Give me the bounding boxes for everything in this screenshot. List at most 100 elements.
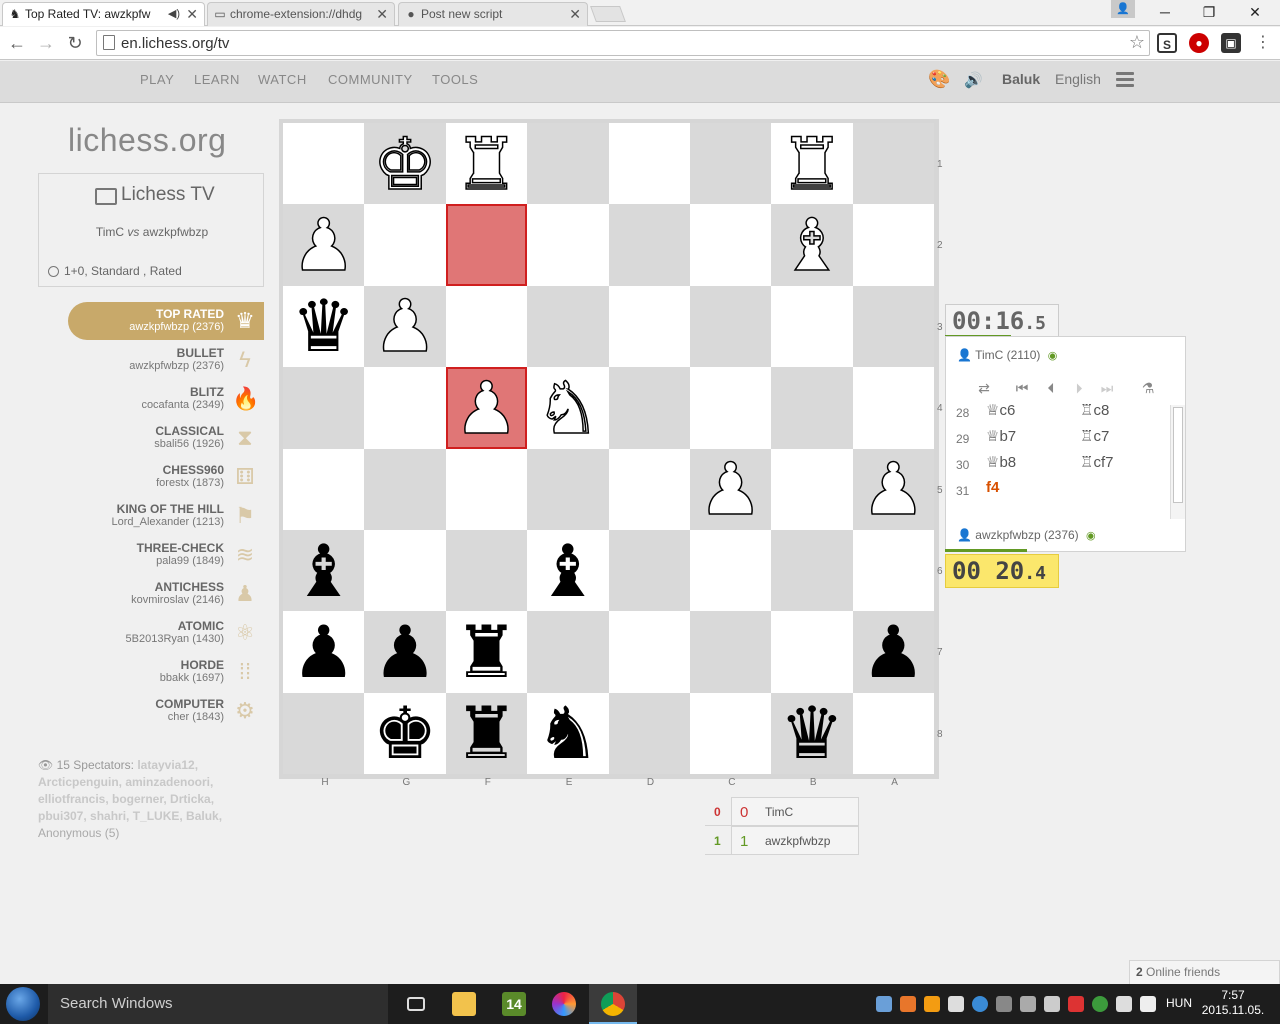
- tv-channel-item[interactable]: ANTICHESS kovmiroslav (2146) ♟: [68, 575, 264, 613]
- black-move[interactable]: ♖c7: [1080, 427, 1109, 445]
- board-square[interactable]: [689, 529, 772, 612]
- tv-channel-item[interactable]: COMPUTER cher (1843) ⚙: [68, 692, 264, 730]
- nav-community[interactable]: COMMUNITY: [328, 72, 413, 87]
- white-pawn-icon[interactable]: ♟: [453, 371, 519, 445]
- board-square[interactable]: [771, 611, 853, 693]
- board-square[interactable]: [852, 204, 934, 286]
- board-square[interactable]: [445, 204, 528, 286]
- white-pawn-icon[interactable]: ♟: [291, 208, 357, 282]
- board-square[interactable]: [445, 529, 528, 612]
- white-move[interactable]: ♕b8: [986, 453, 1016, 471]
- close-tab-icon[interactable]: ✕: [376, 3, 388, 25]
- board-square[interactable]: ♝: [527, 529, 609, 612]
- board-square[interactable]: ♜: [445, 123, 528, 205]
- online-friends[interactable]: 2 Online friends: [1129, 960, 1280, 984]
- board-square[interactable]: [771, 367, 853, 449]
- minimize-button[interactable]: ─: [1142, 0, 1188, 26]
- analysis-icon[interactable]: ⚗: [1139, 379, 1157, 397]
- board-square[interactable]: [527, 285, 609, 368]
- black-rook-icon[interactable]: ♜: [454, 616, 519, 688]
- tab-chrome-extension[interactable]: ▭ chrome-extension://dhdg ✕: [207, 2, 395, 26]
- network-icon[interactable]: [1044, 996, 1060, 1012]
- board-square[interactable]: [527, 448, 609, 530]
- tv-channel-item[interactable]: TOP RATED awzkpfwbzp (2376) ♛: [68, 302, 264, 340]
- board-square[interactable]: [364, 448, 446, 530]
- board-square[interactable]: [852, 692, 934, 774]
- board-square[interactable]: ♟: [364, 611, 446, 693]
- new-tab-button[interactable]: [590, 6, 626, 22]
- bookmark-star-icon[interactable]: ☆: [1129, 32, 1145, 53]
- language-selector[interactable]: English: [1055, 71, 1101, 87]
- black-player-name[interactable]: awzkpfwbzp: [143, 225, 208, 239]
- search-box[interactable]: Search Windows: [48, 984, 388, 1024]
- black-rook-icon[interactable]: ♜: [454, 697, 519, 769]
- tray-app-icon[interactable]: [948, 996, 964, 1012]
- white-move[interactable]: f4: [986, 479, 999, 496]
- extension-badge-icon[interactable]: ▣: [1221, 33, 1241, 53]
- nav-learn[interactable]: LEARN: [194, 72, 240, 87]
- extension-s-icon[interactable]: S: [1157, 33, 1177, 53]
- board-square[interactable]: [689, 367, 772, 449]
- board-square[interactable]: [689, 285, 772, 368]
- board-square[interactable]: ♟: [445, 367, 528, 449]
- taskbar-explorer[interactable]: [440, 984, 488, 1024]
- taskbar-chrome[interactable]: [589, 984, 637, 1024]
- board-square[interactable]: [283, 692, 365, 774]
- bottom-player-name[interactable]: awzkpfwbzp (2376): [975, 528, 1078, 542]
- action-center-icon[interactable]: [1140, 996, 1156, 1012]
- top-player[interactable]: 👤 TimC (2110) ◉: [957, 348, 1057, 362]
- forward-icon[interactable]: →: [35, 32, 57, 54]
- crosstable-player[interactable]: 0 TimC: [731, 797, 859, 826]
- nav-tools[interactable]: TOOLS: [432, 72, 478, 87]
- board-square[interactable]: ♟: [283, 611, 365, 693]
- prev-move-icon[interactable]: ⏴: [1042, 379, 1060, 397]
- white-rook-icon[interactable]: ♜: [453, 127, 519, 201]
- board-square[interactable]: [445, 448, 528, 530]
- tv-channel-item[interactable]: HORDE bbakk (1697) ⁞⁞: [68, 653, 264, 691]
- board-square[interactable]: [283, 367, 365, 449]
- board-square[interactable]: [852, 123, 934, 205]
- task-view-button[interactable]: [392, 984, 440, 1024]
- crosstable-player[interactable]: 1 awzkpfwbzp: [731, 826, 859, 855]
- board-square[interactable]: [608, 448, 690, 530]
- tray-app-icon[interactable]: [1068, 996, 1084, 1012]
- board-square[interactable]: ♛: [771, 692, 853, 774]
- close-tab-icon[interactable]: ✕: [186, 3, 198, 25]
- tray-app-icon[interactable]: [972, 996, 988, 1012]
- black-move[interactable]: ♖cf7: [1080, 453, 1113, 471]
- board-square[interactable]: [608, 529, 690, 612]
- close-window-button[interactable]: ✕: [1232, 0, 1278, 26]
- board-square[interactable]: [689, 204, 772, 286]
- board-square[interactable]: ♚: [364, 123, 446, 205]
- board-square[interactable]: [608, 611, 690, 693]
- tv-channel-item[interactable]: THREE-CHECK pala99 (1849) ≋: [68, 536, 264, 574]
- tv-channel-item[interactable]: CLASSICAL sbali56 (1926) ⧗: [68, 419, 264, 457]
- taskbar-app[interactable]: [540, 984, 588, 1024]
- black-bishop-icon[interactable]: ♝: [536, 535, 601, 607]
- reload-icon[interactable]: ↻: [64, 32, 86, 54]
- white-pawn-icon[interactable]: ♟: [372, 290, 438, 364]
- board-square[interactable]: [283, 123, 365, 205]
- tv-channel-item[interactable]: KING OF THE HILL Lord_Alexander (1213) ⚑: [68, 497, 264, 535]
- tv-channel-item[interactable]: BLITZ cocafanta (2349) 🔥: [68, 380, 264, 418]
- scrollbar-thumb[interactable]: [1173, 407, 1183, 503]
- board-square[interactable]: ♞: [527, 367, 609, 449]
- black-move[interactable]: ♖c8: [1080, 401, 1109, 419]
- board-square[interactable]: [689, 692, 772, 774]
- black-pawn-icon[interactable]: ♟: [291, 616, 356, 688]
- palette-icon[interactable]: 🎨: [928, 69, 950, 90]
- board-square[interactable]: ♛: [283, 285, 365, 368]
- black-king-icon[interactable]: ♚: [373, 697, 438, 769]
- tray-app-icon[interactable]: [996, 996, 1012, 1012]
- board-square[interactable]: [608, 204, 690, 286]
- board-square[interactable]: [364, 529, 446, 612]
- black-bishop-icon[interactable]: ♝: [291, 535, 356, 607]
- board-square[interactable]: [283, 448, 365, 530]
- address-bar[interactable]: en.lichess.org/tv ☆: [96, 30, 1150, 56]
- board-square[interactable]: [364, 367, 446, 449]
- tv-channel-item[interactable]: CHESS960 forestx (1873) ⚅: [68, 458, 264, 496]
- board-square[interactable]: [689, 611, 772, 693]
- tray-app-icon[interactable]: [1020, 996, 1036, 1012]
- chess-board[interactable]: ♚ ♜ ♜ ♟ ♝ ♛ ♟ ♟ ♞ ♟ ♟ ♝ ♝ ♟ ♟ ♜ ♟ ♚ ♜ ♞ ♛: [283, 123, 934, 774]
- board-square[interactable]: [771, 529, 853, 612]
